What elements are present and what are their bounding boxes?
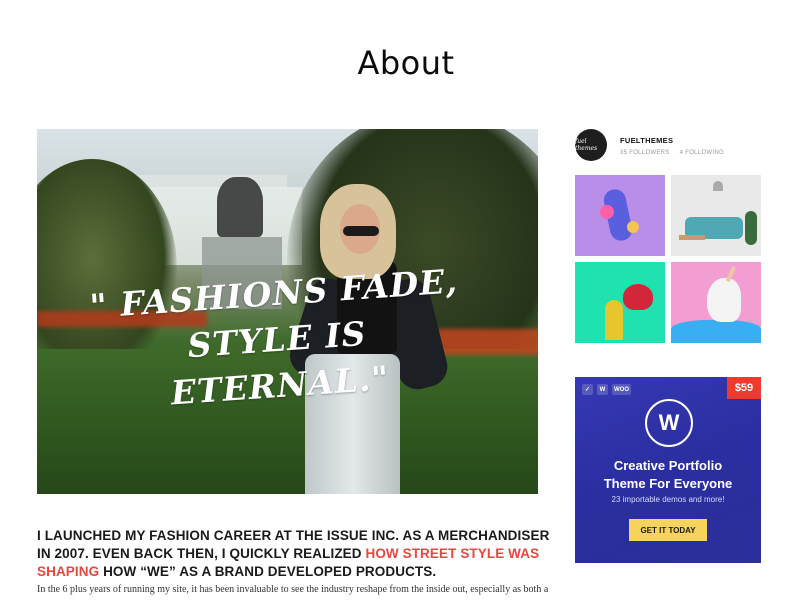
statue xyxy=(217,177,263,237)
woocommerce-icon: WOO xyxy=(612,384,631,395)
ad-platform-badges: ✓ W WOO xyxy=(582,384,631,395)
check-icon: ✓ xyxy=(582,384,593,395)
instagram-tile-unicorn[interactable] xyxy=(671,262,761,343)
lead-text-2: HOW “WE” AS A BRAND DEVELOPED PRODUCTS. xyxy=(99,564,437,579)
instagram-widget-header: fuel themes FUELTHEMES 35 FOLLOWERS 4 FOL… xyxy=(575,129,761,163)
ad-title: Creative Portfolio Theme For Everyone xyxy=(575,457,761,493)
instagram-tile-living-room[interactable] xyxy=(671,175,761,256)
get-it-today-button[interactable]: GET IT TODAY xyxy=(629,519,707,541)
lead-paragraph: I LAUNCHED MY FASHION CAREER AT THE ISSU… xyxy=(37,527,557,581)
instagram-tile-purple-abstract[interactable] xyxy=(575,175,665,256)
avatar[interactable]: fuel themes xyxy=(575,129,607,161)
instagram-tile-cactus-lips[interactable] xyxy=(575,262,665,343)
w-logo-icon: W xyxy=(645,399,693,447)
hero-quote: " FASHIONS FADE, STYLE IS ETERNAL." xyxy=(73,257,482,423)
ad-title-line-1: Creative Portfolio xyxy=(613,458,723,473)
following-count: 4 FOLLOWING xyxy=(679,150,724,156)
hero-image: " FASHIONS FADE, STYLE IS ETERNAL." xyxy=(37,129,538,494)
price-badge: $59 xyxy=(727,377,761,399)
followers-count: 35 FOLLOWERS xyxy=(620,150,670,156)
page-title: About xyxy=(357,44,455,82)
instagram-stats: 35 FOLLOWERS 4 FOLLOWING xyxy=(620,150,724,156)
ad-banner[interactable]: ✓ W WOO $59 W Creative Portfolio Theme F… xyxy=(575,377,761,563)
ad-subtitle: 23 importable demos and more! xyxy=(611,495,725,504)
wordpress-icon: W xyxy=(597,384,608,395)
body-paragraph: In the 6 plus years of running my site, … xyxy=(37,584,549,595)
ad-title-line-2: Theme For Everyone xyxy=(603,476,733,491)
sunglasses xyxy=(343,226,379,236)
instagram-username[interactable]: FUELTHEMES xyxy=(620,136,673,145)
instagram-grid xyxy=(575,175,761,343)
